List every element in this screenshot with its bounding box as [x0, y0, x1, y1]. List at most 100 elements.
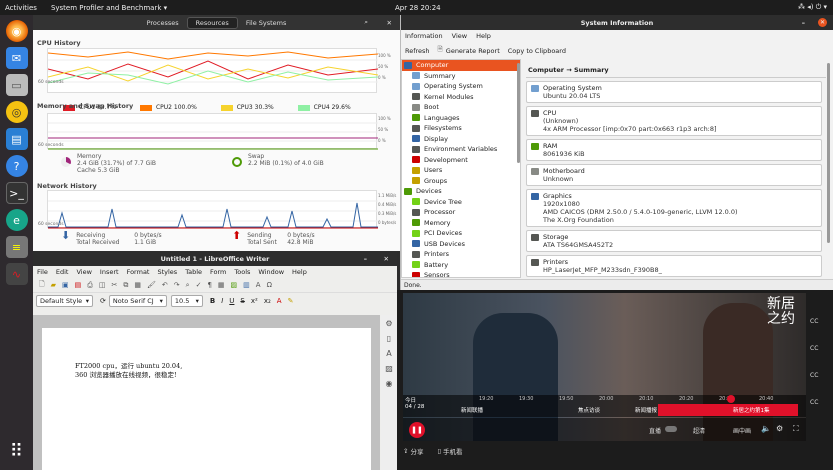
close-icon[interactable]: ✕ [384, 255, 389, 263]
program-item[interactable]: 新居之约第1集 [733, 406, 770, 414]
tree-item[interactable]: Device Tree [402, 197, 520, 208]
save-icon[interactable]: ▣ [59, 279, 72, 291]
live-toggle-switch[interactable] [665, 426, 677, 432]
clone-formatting-icon[interactable]: 🖌 [144, 279, 159, 291]
refresh-button[interactable]: Refresh [405, 47, 430, 55]
open-icon[interactable]: ▰ [48, 279, 59, 291]
terminal-icon[interactable]: >_ [5, 182, 28, 204]
menu-edit[interactable]: Edit [56, 268, 69, 276]
menu-help[interactable]: Help [292, 268, 307, 276]
formatting-marks-icon[interactable]: ¶ [204, 279, 214, 291]
music-icon[interactable]: ◎ [5, 101, 28, 123]
superscript-icon[interactable]: x² [248, 295, 261, 307]
live-toggle[interactable]: 直播 [649, 426, 661, 435]
paste-icon[interactable]: ▦ [131, 279, 144, 291]
firefox-icon[interactable]: ◉ [5, 20, 28, 42]
italic-button[interactable]: I [218, 295, 226, 307]
app-menu[interactable]: System Profiler and Benchmark ▾ [51, 4, 167, 12]
writer-icon[interactable]: ▤ [5, 128, 28, 150]
settings-icon[interactable]: ⚙ [776, 424, 783, 433]
font-name-select[interactable]: Noto Serif CJ ▾ [108, 295, 167, 307]
search-icon[interactable]: ⌕ [364, 18, 368, 27]
tree-item[interactable]: Processor [402, 207, 520, 218]
edge-icon[interactable]: e [5, 209, 28, 231]
program-item[interactable]: 焦点访谈 [578, 406, 600, 414]
tree-item[interactable]: Printers [402, 249, 520, 260]
menu-view[interactable]: View [76, 268, 91, 276]
tree-item[interactable]: Battery [402, 260, 520, 271]
tree-item[interactable]: Sensors [402, 270, 520, 277]
close-icon[interactable]: ✕ [818, 18, 827, 27]
cpu3-swatch[interactable] [220, 104, 233, 111]
report-icon[interactable]: 🗎 [438, 45, 443, 56]
subscript-icon[interactable]: x₂ [261, 295, 274, 307]
program-item[interactable]: 新闻联播 [461, 406, 483, 414]
program-marker[interactable] [727, 395, 735, 403]
phone-watch-button[interactable]: 手机看 [443, 446, 463, 456]
insert-image-icon[interactable]: ▨ [228, 279, 241, 291]
tree-item[interactable]: Boot [402, 102, 520, 113]
tab-file-systems[interactable]: File Systems [238, 18, 295, 28]
menu-insert[interactable]: Insert [100, 268, 119, 276]
special-character-icon[interactable]: Ω [264, 279, 275, 291]
tree-item[interactable]: Groups [402, 176, 520, 187]
disk-icon[interactable]: ≡ [5, 236, 28, 258]
tree-item[interactable]: Development [402, 155, 520, 166]
gallery-icon[interactable]: ▨ [385, 364, 393, 373]
tree-item[interactable]: Display [402, 134, 520, 145]
strikethrough-button[interactable]: S [237, 295, 247, 307]
menu-view[interactable]: View [452, 32, 467, 40]
insert-table-icon[interactable]: ▦ [215, 279, 228, 291]
cut-icon[interactable]: ✂ [109, 279, 121, 291]
clock[interactable]: Apr 28 20:24 [395, 4, 441, 12]
menu-help[interactable]: Help [476, 32, 491, 40]
paragraph-style-select[interactable]: Default Style ▾ [36, 295, 93, 307]
menu-styles[interactable]: Styles [157, 268, 177, 276]
copy-icon[interactable]: ⧉ [120, 279, 131, 291]
copy-to-clipboard-button[interactable]: Copy to Clipboard [508, 47, 566, 55]
files-icon[interactable]: ▭ [5, 74, 28, 96]
tree-item[interactable]: Summary [402, 71, 520, 82]
tab-resources[interactable]: Resources [186, 16, 238, 29]
menu-format[interactable]: Format [127, 268, 150, 276]
menu-tools[interactable]: Tools [234, 268, 250, 276]
cpu2-swatch[interactable] [139, 104, 152, 111]
highlight-icon[interactable]: ✎ [285, 295, 297, 307]
monitor-icon[interactable]: ∿ [5, 263, 28, 285]
tree-item[interactable]: Environment Variables [402, 144, 520, 155]
help-icon[interactable]: ? [5, 155, 28, 177]
print-icon[interactable]: ⎙ [84, 279, 96, 291]
tree-item[interactable]: Kernel Modules [402, 92, 520, 103]
update-style-icon[interactable]: ⟳ [97, 295, 109, 307]
tree-item[interactable]: Computer [402, 60, 520, 71]
text-box-icon[interactable]: A [253, 279, 264, 291]
font-size-select[interactable]: 10.5 ▾ [170, 295, 203, 307]
menu-form[interactable]: Form [210, 268, 226, 276]
activities-button[interactable]: Activities [5, 4, 37, 12]
tree-item[interactable]: Memory [402, 218, 520, 229]
underline-button[interactable]: U [226, 295, 237, 307]
system-tray[interactable]: ⁂ ◂) ⏻ ▾ [798, 3, 827, 12]
bold-button[interactable]: B [207, 295, 218, 307]
cpu4-swatch[interactable] [297, 104, 310, 111]
phone-icon[interactable]: ▯ [437, 447, 441, 455]
find-replace-icon[interactable]: ⌕ [183, 279, 193, 291]
volume-icon[interactable]: 🔈 [761, 424, 771, 433]
tree-item[interactable]: Filesystems [402, 123, 520, 134]
spelling-icon[interactable]: ✓ [193, 279, 205, 291]
tree-item[interactable]: Devices [402, 186, 520, 197]
tab-processes[interactable]: Processes [139, 18, 187, 28]
pause-button[interactable]: ❚❚ [409, 422, 425, 438]
minimize-icon[interactable]: – [802, 19, 805, 27]
tree-item[interactable]: Languages [402, 113, 520, 124]
document-body[interactable]: FT2000 cpu，运行 ubuntu 20.04, 360 浏览器播放在线视… [75, 362, 182, 380]
print-preview-icon[interactable]: ◫ [96, 279, 109, 291]
tree-item[interactable]: Operating System [402, 81, 520, 92]
redo-icon[interactable]: ↷ [171, 279, 183, 291]
menu-window[interactable]: Window [258, 268, 284, 276]
menu-file[interactable]: File [37, 268, 48, 276]
menu-information[interactable]: Information [405, 32, 443, 40]
fullscreen-icon[interactable]: ⛶ [793, 424, 799, 434]
tree-item[interactable]: Users [402, 165, 520, 176]
export-pdf-icon[interactable]: ▤ [72, 279, 85, 291]
